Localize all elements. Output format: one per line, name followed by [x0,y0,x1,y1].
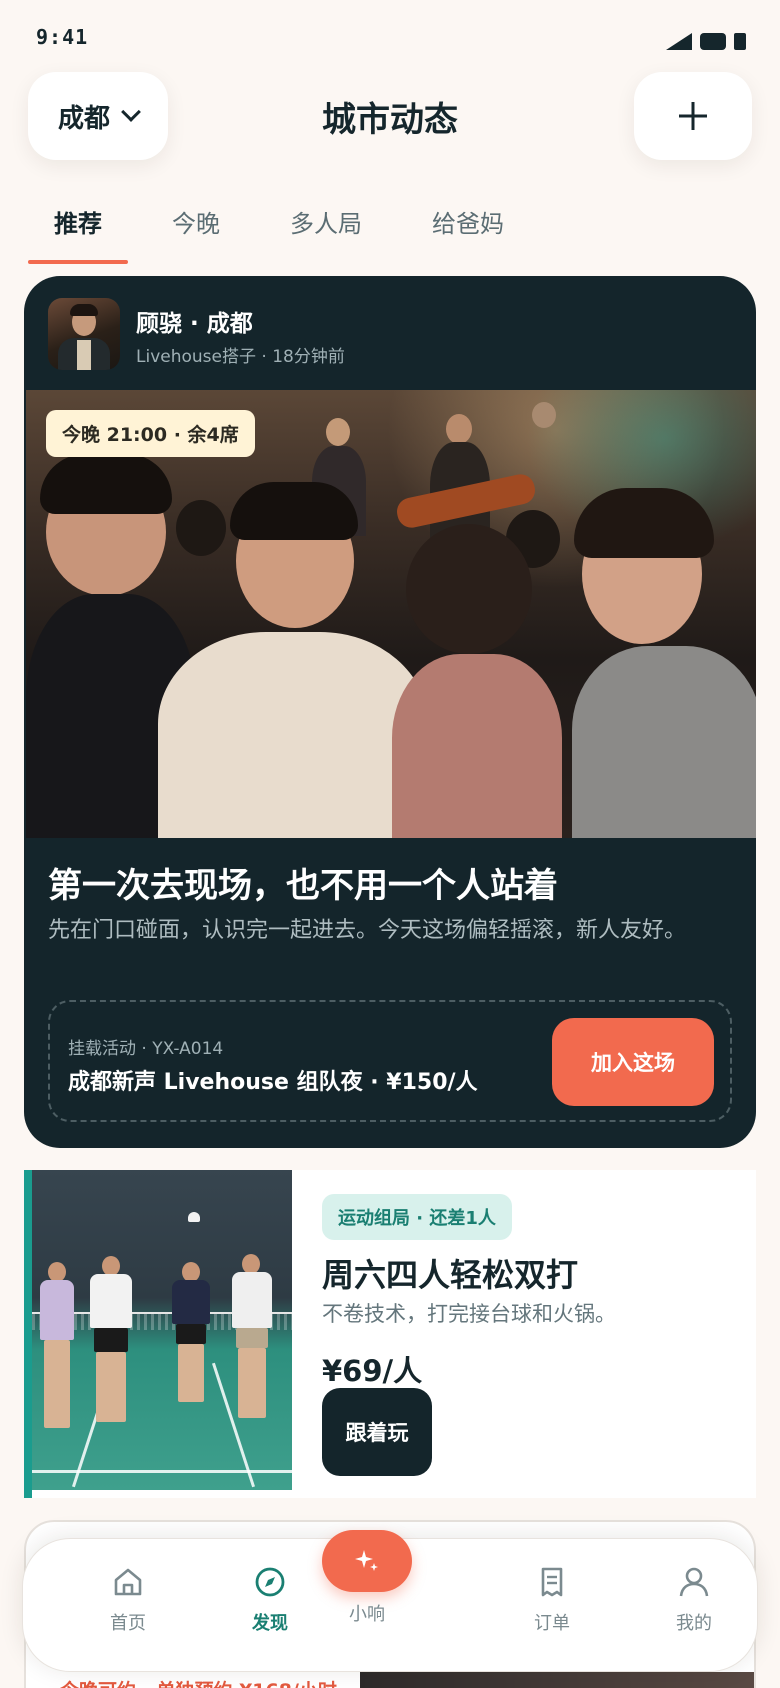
receipt-icon [541,1567,563,1597]
badminton-photo[interactable] [32,1170,292,1490]
hero-photo[interactable]: 今晚 21:00 · 余4席 [26,390,756,838]
tab-recommend[interactable]: 推荐 [28,196,128,264]
nav-discover[interactable]: 发现 [225,1565,315,1635]
nav-label: 首页 [110,1613,146,1634]
post-description: 先在门口碰面，认识完一起进去。今天这场偏轻摇滚，新人友好。 [48,918,687,943]
signal-icon [666,33,692,50]
nav-label: 我的 [676,1613,712,1634]
category-badge: 运动组局 · 还差1人 [322,1194,512,1240]
top-header: 成都 城市动态 [0,72,780,162]
compass-icon [255,1567,285,1597]
author-name[interactable]: 顾骁 · 成都 [136,304,253,338]
assistant-label: 小响 [349,1604,385,1625]
nav-label: 发现 [252,1613,288,1634]
companion-photo [360,1672,754,1688]
category-tabs: 推荐 今晚 多人局 给爸妈 [28,196,548,264]
home-icon [114,1568,142,1596]
add-post-button[interactable] [634,72,752,160]
sparkle-icon [355,1550,378,1571]
event-name: 成都新声 Livehouse 组队夜 · ¥150/人 [68,1070,478,1095]
author-avatar[interactable] [48,298,120,370]
post-title[interactable]: 周六四人轻松双打 [322,1250,578,1296]
join-event-button[interactable]: 加入这场 [552,1018,714,1106]
tab-parents[interactable]: 给爸妈 [406,196,530,264]
status-time: 9:41 [36,25,89,49]
follow-play-button[interactable]: 跟着玩 [322,1388,432,1476]
tab-tonight[interactable]: 今晚 [146,196,246,264]
tab-group[interactable]: 多人局 [264,196,388,264]
feature-post-card[interactable]: 顾骁 · 成都 Livehouse搭子 · 18分钟前 今晚 21:00 · 余… [24,276,756,1148]
post-description: 不卷技术，打完接台球和火锅。 [322,1302,616,1326]
nav-profile[interactable]: 我的 [649,1565,739,1635]
event-code: 挂载活动 · YX-A014 [68,1039,224,1059]
author-meta: Livehouse搭子 · 18分钟前 [136,347,345,367]
wifi-icon [700,33,726,50]
assistant-button[interactable] [322,1530,412,1592]
linked-event[interactable]: 挂载活动 · YX-A014 成都新声 Livehouse 组队夜 · ¥150… [48,1000,732,1122]
battery-icon [734,33,746,50]
post-title[interactable]: 第一次去现场，也不用一个人站着 [48,858,738,907]
status-bar: 9:41 [0,0,780,70]
nav-label: 订单 [534,1613,570,1634]
availability-badge: 今晚可约 · 单独预约 ¥168/小时 [54,1670,343,1688]
status-icons [666,33,746,50]
nav-orders[interactable]: 订单 [507,1565,597,1635]
badminton-post-card[interactable]: 运动组局 · 还差1人 周六四人轻松双打 不卷技术，打完接台球和火锅。 ¥69/… [24,1170,756,1498]
price-label: ¥69/人 [322,1354,423,1388]
user-icon [679,1567,709,1597]
nav-home[interactable]: 首页 [83,1565,173,1635]
time-seats-badge: 今晚 21:00 · 余4席 [46,410,255,457]
